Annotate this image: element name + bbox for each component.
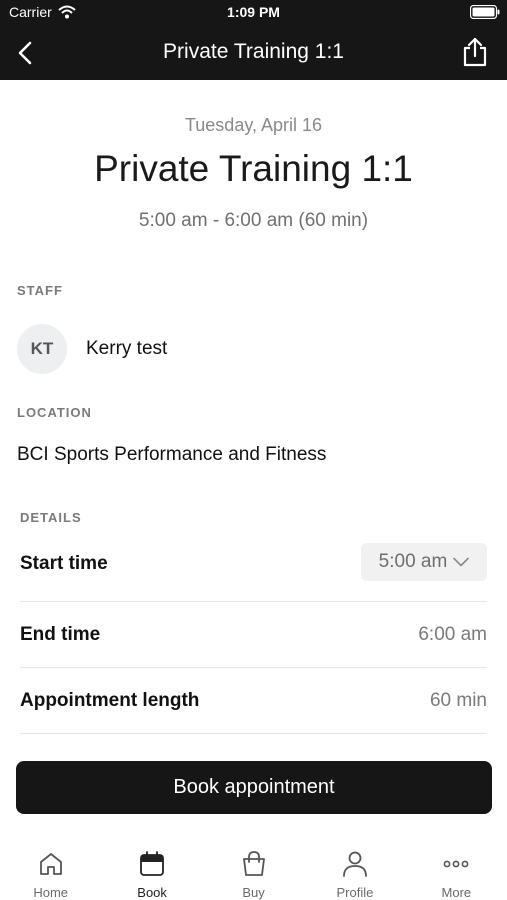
- tab-label: Book: [137, 885, 167, 900]
- tab-profile[interactable]: Profile: [304, 838, 405, 900]
- tab-bar: Home Book Buy Profile More: [0, 838, 507, 900]
- appointment-date: Tuesday, April 16: [184, 115, 323, 135]
- home-icon: [37, 848, 65, 879]
- end-time-value: 6:00 am: [418, 624, 487, 645]
- tab-label: Profile: [336, 885, 374, 900]
- person-icon: [341, 848, 369, 879]
- appointment-title: Private Training 1:1: [94, 148, 413, 189]
- divider: [20, 601, 487, 602]
- details-section-label: DETAILS: [20, 510, 82, 525]
- appointment-length-value: 60 min: [429, 690, 487, 711]
- staff-section-label: STAFF: [17, 283, 63, 298]
- chevron-down-icon: [453, 557, 470, 567]
- share-icon: [463, 37, 487, 67]
- start-time-label: Start time: [20, 553, 108, 574]
- status-bar: Carrier 1:09 PM: [0, 0, 507, 26]
- navigation-bar: Private Training 1:1: [0, 26, 507, 80]
- tab-book[interactable]: Book: [101, 838, 202, 900]
- status-time: 1:09 PM: [227, 4, 280, 20]
- avatar: KT: [17, 324, 67, 374]
- nav-title: Private Training 1:1: [163, 40, 344, 63]
- battery-icon: [469, 4, 500, 22]
- book-appointment-button[interactable]: Book appointment: [16, 761, 492, 814]
- divider: [20, 733, 487, 734]
- tab-label: More: [441, 885, 472, 900]
- shopping-bag-icon: [240, 848, 268, 879]
- tab-home[interactable]: Home: [0, 838, 101, 900]
- calendar-icon: [138, 848, 166, 879]
- start-time-select[interactable]: 5:00 am: [361, 543, 487, 581]
- tab-more[interactable]: More: [406, 838, 507, 900]
- tab-label: Buy: [242, 885, 265, 900]
- staff-name: Kerry test: [86, 338, 168, 359]
- divider: [20, 667, 487, 668]
- location-name: BCI Sports Performance and Fitness: [17, 444, 327, 465]
- tab-label: Home: [33, 885, 69, 900]
- more-icon: [442, 848, 470, 879]
- share-button[interactable]: [459, 36, 491, 68]
- appointment-length-label: Appointment length: [20, 690, 200, 711]
- start-time-value: 5:00 am: [378, 551, 448, 572]
- location-section-label: LOCATION: [17, 405, 92, 420]
- appointment-time-range: 5:00 am - 6:00 am (60 min): [138, 210, 369, 231]
- tab-buy[interactable]: Buy: [203, 838, 304, 900]
- end-time-label: End time: [20, 624, 101, 645]
